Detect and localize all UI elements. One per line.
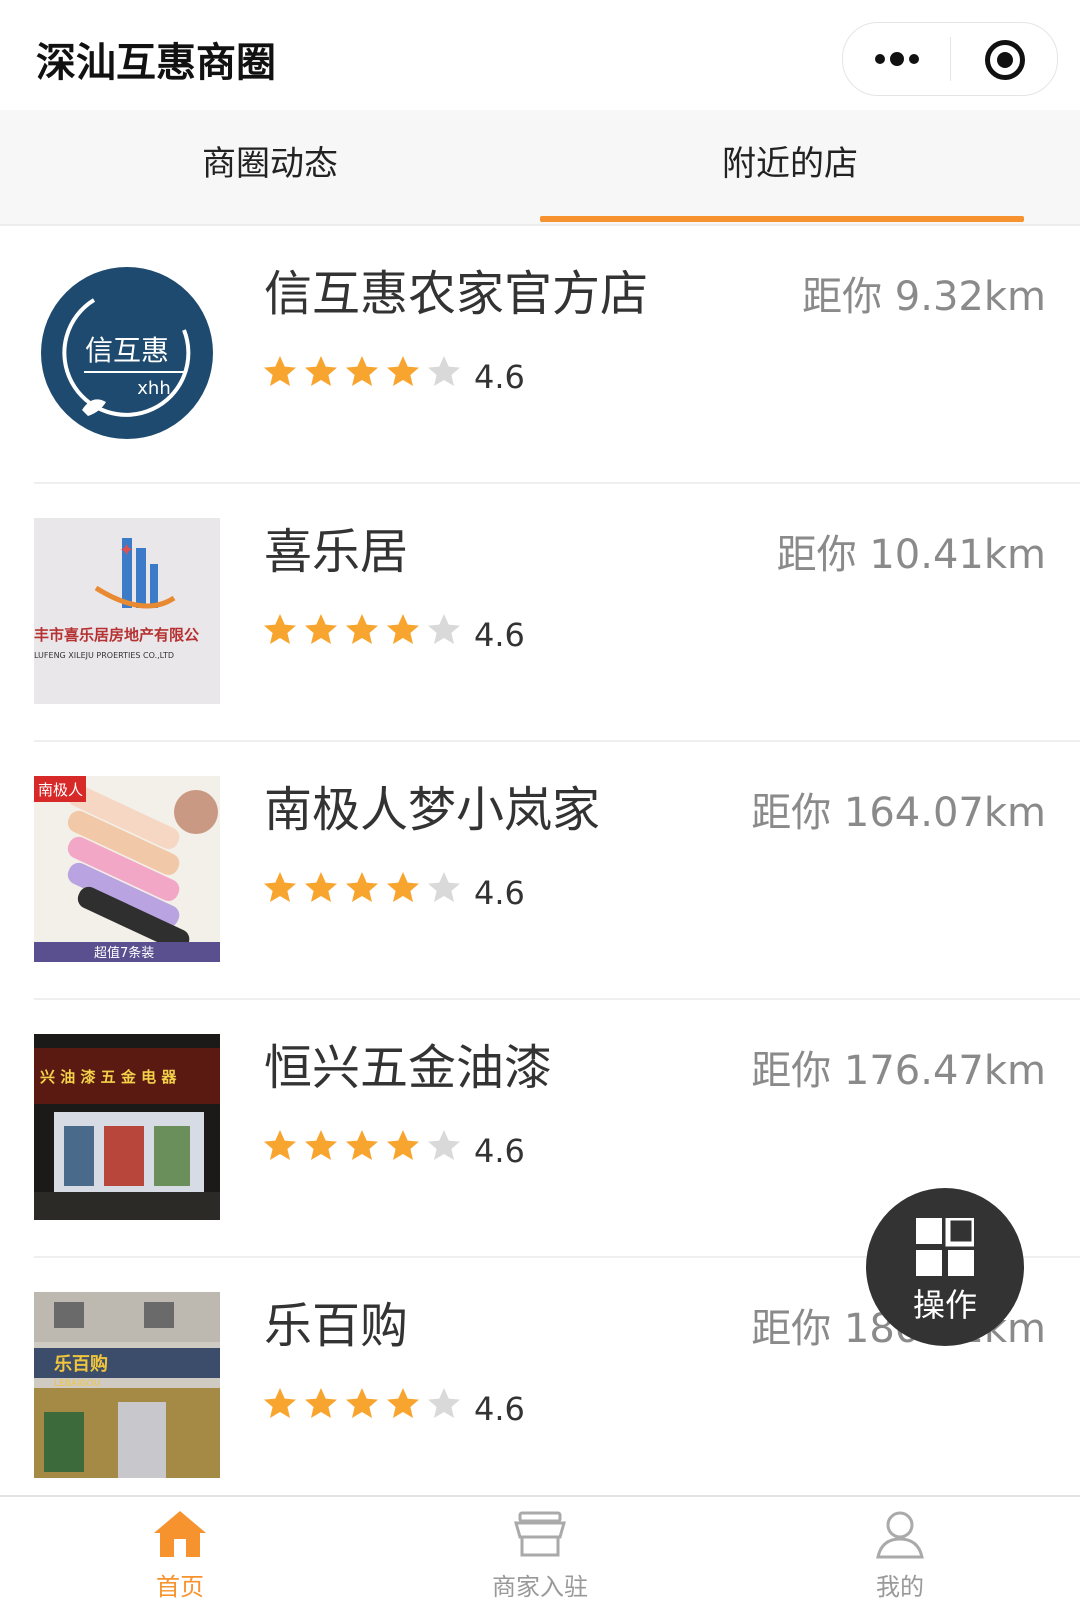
store-icon [514, 1511, 566, 1557]
capsule-menu [842, 22, 1058, 96]
shop-thumbnail: 兴 油 漆 五 金 电 器 [34, 1034, 220, 1220]
star-filled-icon [305, 356, 337, 386]
shop-thumbnail: ✦ 丰市喜乐居房地产有限公 LUFENG XILEJU PROERTIES CO… [34, 518, 220, 704]
star-filled-icon [264, 1130, 296, 1160]
star-filled-icon [305, 614, 337, 644]
fab-label: 操作 [912, 1286, 977, 1324]
shop-item[interactable]: 信互惠 xhh 信互惠农家官方店 距你 9.32km 4.6 [0, 226, 1080, 484]
top-tabs: 商圈动态 附近的店 [0, 110, 1080, 226]
app-title: 深汕互惠商圈 [36, 40, 276, 86]
user-icon [876, 1511, 924, 1559]
tabbar-label: 首页 [156, 1573, 204, 1601]
star-filled-icon [346, 1130, 378, 1160]
close-button[interactable] [951, 23, 1057, 95]
star-filled-icon [387, 872, 419, 902]
star-empty-icon [428, 1388, 460, 1418]
star-empty-icon [428, 872, 460, 902]
shop-distance: 距你 9.32km [802, 274, 1046, 320]
star-filled-icon [346, 356, 378, 386]
shop-name: 南极人梦小岚家 [264, 782, 601, 838]
active-tab-indicator [540, 216, 1024, 222]
star-filled-icon [305, 872, 337, 902]
tabbar-home[interactable]: 首页 [0, 1497, 360, 1608]
star-empty-icon [428, 1130, 460, 1160]
tabbar-label: 我的 [876, 1573, 924, 1601]
logo-text: 丰市喜乐居房地产有限公 [34, 626, 199, 644]
star-filled-icon [346, 872, 378, 902]
star-filled-icon [387, 1130, 419, 1160]
logo-text: 信互惠 [85, 334, 169, 367]
shop-name: 喜乐居 [264, 524, 409, 580]
star-empty-icon [428, 356, 460, 386]
shop-thumbnail: 信互惠 xhh [34, 260, 220, 446]
shop-name: 信互惠农家官方店 [264, 266, 649, 322]
star-filled-icon [305, 1388, 337, 1418]
rating-value: 4.6 [474, 358, 525, 396]
tabbar-label: 商家入驻 [492, 1573, 588, 1601]
shop-name: 乐百购 [264, 1298, 409, 1354]
star-empty-icon [428, 614, 460, 644]
rating-value: 4.6 [474, 874, 525, 912]
star-filled-icon [264, 872, 296, 902]
logo-text: 乐百购 [54, 1353, 108, 1375]
star-filled-icon [387, 1388, 419, 1418]
star-filled-icon [346, 614, 378, 644]
logo-text: 南极人 [38, 781, 83, 799]
more-button[interactable] [843, 23, 950, 95]
tab-nearby-shops[interactable]: 附近的店 [520, 110, 1060, 224]
logo-sub: 超值7条装 [94, 945, 154, 961]
home-icon [154, 1511, 206, 1557]
logo-sub: LEBAIGOU [54, 1379, 100, 1389]
rating-value: 4.6 [474, 1132, 525, 1170]
shop-item[interactable]: ✦ 丰市喜乐居房地产有限公 LUFENG XILEJU PROERTIES CO… [0, 484, 1080, 742]
star-filled-icon [387, 356, 419, 386]
shop-name: 恒兴五金油漆 [264, 1040, 553, 1096]
tabbar-mine[interactable]: 我的 [720, 1497, 1080, 1608]
logo-sub: xhh [137, 378, 170, 399]
shop-distance: 距你 176.47km [751, 1048, 1046, 1094]
star-filled-icon [387, 614, 419, 644]
shop-distance: 距你 164.07km [751, 790, 1046, 836]
shop-item[interactable]: 南极人 超值7条装 南极人梦小岚家 距你 164.07km 4.6 [0, 742, 1080, 1000]
app-bar: 深汕互惠商圈 [0, 0, 1080, 110]
star-filled-icon [305, 1130, 337, 1160]
logo-text: 兴 油 漆 五 金 电 器 [40, 1068, 177, 1086]
shop-thumbnail: 乐百购 LEBAIGOU [34, 1292, 220, 1478]
star-filled-icon [264, 356, 296, 386]
shop-thumbnail: 南极人 超值7条装 [34, 776, 220, 962]
shop-distance: 距你 10.41km [776, 532, 1046, 578]
logo-sub: LUFENG XILEJU PROERTIES CO.,LTD [34, 651, 174, 660]
operation-fab[interactable]: 操作 [866, 1188, 1024, 1346]
tabbar-merchant-join[interactable]: 商家入驻 [360, 1497, 720, 1608]
star-filled-icon [346, 1388, 378, 1418]
rating-value: 4.6 [474, 616, 525, 654]
star-filled-icon [264, 614, 296, 644]
star-filled-icon [264, 1388, 296, 1418]
grid-icon [916, 1218, 974, 1276]
tab-news[interactable]: 商圈动态 [0, 110, 540, 224]
rating-value: 4.6 [474, 1390, 525, 1428]
bottom-tabbar: 首页 商家入驻 我的 [0, 1495, 1080, 1608]
svg-text:✦: ✦ [119, 540, 134, 561]
